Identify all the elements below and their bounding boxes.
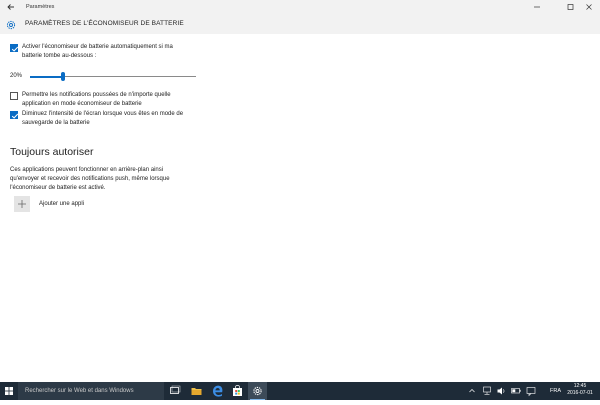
message-icon[interactable]: [525, 382, 537, 400]
always-allow-desc-line3: l'économiseur de batterie est activé.: [10, 185, 106, 191]
volume-icon[interactable]: [495, 382, 507, 400]
store-icon[interactable]: [228, 382, 247, 400]
page-title: PARAMÈTRES DE L'ÉCONOMISEUR DE BATTERIE: [25, 20, 184, 27]
window-title-bar: Paramètres: [0, 0, 600, 14]
always-allow-desc-line1: Ces applications peuvent fonctionner en …: [10, 167, 164, 173]
push-notifications-checkbox[interactable]: [10, 92, 18, 100]
back-arrow-icon[interactable]: [5, 1, 17, 13]
gear-icon: [5, 18, 17, 30]
dim-screen-label-line2: sauvegarde de la batterie: [22, 120, 90, 126]
taskbar-search-box[interactable]: Rechercher sur le Web et dans Windows: [18, 382, 164, 400]
threshold-value: 20%: [10, 73, 23, 79]
edge-icon[interactable]: [208, 382, 227, 400]
search-placeholder: Rechercher sur le Web et dans Windows: [25, 388, 134, 394]
task-view-icon[interactable]: [165, 382, 184, 400]
network-icon[interactable]: [481, 382, 493, 400]
plus-icon: [18, 200, 26, 208]
dim-screen-label-line1: Diminuez l'intensité de l'écran lorsque …: [22, 111, 184, 117]
always-allow-heading: Toujours autoriser: [10, 146, 94, 158]
chevron-up-icon[interactable]: [466, 382, 478, 400]
threshold-slider-thumb[interactable]: [61, 72, 66, 81]
minimize-button[interactable]: [526, 0, 548, 14]
always-allow-desc-line2: qu'envoyer et recevoir des notifications…: [10, 176, 170, 182]
add-app-label[interactable]: Ajouter une appli: [39, 200, 84, 209]
window-title: Paramètres: [26, 4, 55, 10]
show-desktop-button[interactable]: [593, 382, 600, 400]
taskbar-clock[interactable]: 12:45 2016-07-01: [566, 383, 594, 397]
dim-screen-checkbox[interactable]: [10, 111, 19, 119]
windows-start-icon[interactable]: [0, 382, 18, 400]
auto-enable-checkbox[interactable]: [10, 44, 19, 52]
auto-enable-label-line2: batterie tombe au-dessous :: [22, 53, 97, 59]
add-app-button[interactable]: [14, 196, 30, 212]
taskbar: Rechercher sur le Web et dans Windows FR…: [0, 382, 600, 400]
clock-time: 12:45: [573, 383, 587, 389]
settings-taskbar-icon[interactable]: [248, 382, 267, 400]
push-notifications-label-line1: Permettre les notifications poussées de …: [22, 92, 171, 98]
clock-date: 2016-07-01: [567, 390, 593, 396]
language-indicator[interactable]: FRA: [550, 386, 561, 396]
auto-enable-label-line1: Activer l'économiseur de batterie automa…: [22, 44, 173, 50]
threshold-slider-fill: [30, 75, 64, 78]
battery-icon[interactable]: [510, 382, 522, 400]
page-header: PARAMÈTRES DE L'ÉCONOMISEUR DE BATTERIE: [0, 14, 600, 34]
file-explorer-icon[interactable]: [187, 382, 206, 400]
close-button[interactable]: [578, 0, 600, 14]
push-notifications-label-line2: application en mode économiseur de batte…: [22, 101, 142, 107]
